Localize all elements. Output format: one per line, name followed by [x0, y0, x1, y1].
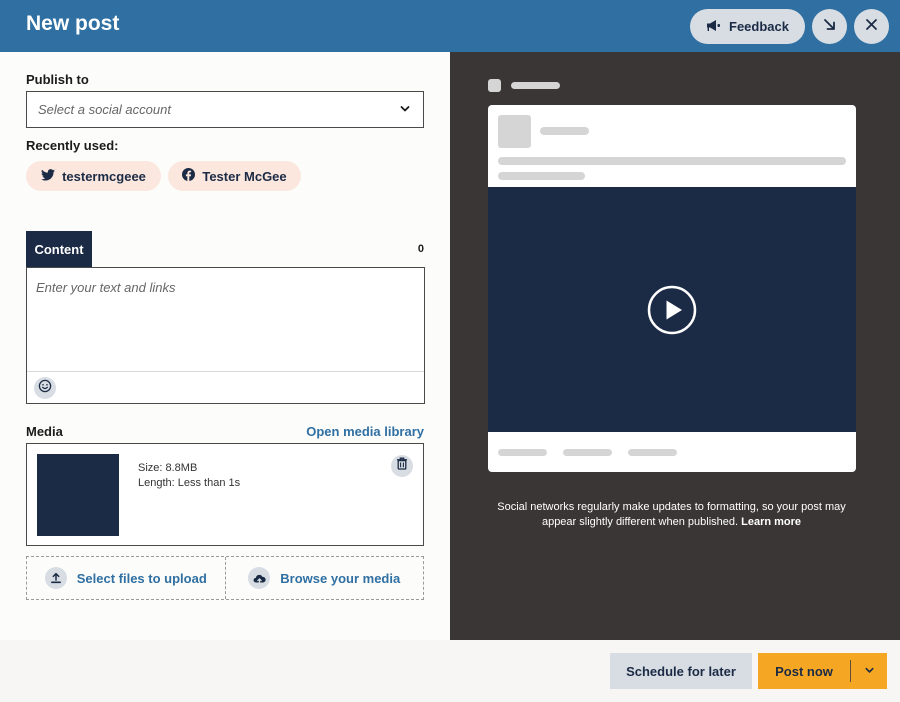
media-size: Size: 8.8MB — [138, 462, 198, 474]
media-item: Size: 8.8MB Length: Less than 1s — [26, 443, 424, 546]
smiley-icon — [38, 379, 52, 398]
character-count: 0 — [417, 243, 424, 255]
preview-action-placeholder — [563, 449, 612, 456]
media-meta: Size: 8.8MB Length: Less than 1s — [138, 461, 240, 491]
media-label: Media — [26, 424, 63, 439]
feedback-label: Feedback — [729, 19, 789, 34]
select-files-button[interactable]: Select files to upload — [27, 557, 225, 599]
post-preview-card — [488, 105, 856, 472]
play-button[interactable] — [647, 285, 697, 335]
preview-text-line — [498, 157, 846, 165]
social-account-select[interactable]: Select a social account — [26, 91, 424, 128]
upload-icon — [44, 567, 67, 589]
publish-to-label: Publish to — [26, 72, 89, 87]
browse-media-button[interactable]: Browse your media — [224, 557, 424, 599]
page-title: New post — [26, 12, 120, 35]
recent-account-label: Tester McGee — [202, 168, 287, 184]
trash-icon — [396, 457, 408, 475]
chevron-down-icon — [399, 103, 411, 118]
megaphone-icon — [706, 19, 721, 35]
preview-action-placeholder — [628, 449, 677, 456]
twitter-icon — [41, 168, 56, 184]
post-options-dropdown[interactable] — [851, 653, 887, 689]
recent-account-facebook[interactable]: Tester McGee — [168, 161, 301, 191]
delete-media-button[interactable] — [391, 455, 413, 477]
tab-content[interactable]: Content — [26, 231, 92, 267]
open-media-library-link[interactable]: Open media library — [300, 424, 424, 439]
facebook-icon — [182, 168, 196, 184]
media-length: Length: Less than 1s — [138, 477, 241, 489]
preview-text-line — [498, 172, 585, 180]
preview-action-placeholder — [498, 449, 547, 456]
post-now-split-button: Post now — [758, 653, 887, 689]
post-text-input[interactable] — [27, 268, 424, 371]
play-icon — [647, 285, 697, 335]
preview-network-placeholder — [488, 79, 501, 92]
preview-avatar-placeholder — [498, 115, 531, 148]
recently-used-label: Recently used: — [26, 138, 119, 153]
preview-disclaimer: Social networks regularly make updates t… — [490, 500, 853, 530]
cloud-upload-icon — [248, 567, 271, 589]
preview-name-placeholder — [540, 127, 589, 135]
close-icon — [865, 18, 878, 36]
upload-options: Select files to upload Browse your media — [26, 556, 424, 600]
split-divider — [850, 660, 851, 682]
recent-account-twitter[interactable]: testermcgeee — [26, 161, 161, 191]
chevron-down-icon — [864, 664, 875, 679]
recent-account-label: testermcgeee — [62, 168, 146, 184]
preview-network-name-placeholder — [511, 82, 560, 89]
feedback-button[interactable]: Feedback — [690, 9, 805, 44]
social-account-placeholder: Select a social account — [38, 102, 171, 117]
emoji-button[interactable] — [34, 377, 56, 399]
media-thumbnail[interactable] — [37, 454, 119, 536]
post-text-box — [26, 267, 425, 404]
text-box-toolbar — [27, 371, 424, 403]
learn-more-link[interactable]: Learn more — [741, 516, 801, 528]
post-now-button[interactable]: Post now — [758, 653, 850, 689]
schedule-for-later-button[interactable]: Schedule for later — [610, 653, 752, 689]
select-files-label: Select files to upload — [76, 570, 207, 586]
close-button[interactable] — [854, 9, 889, 44]
browse-media-label: Browse your media — [280, 570, 401, 586]
preview-video — [488, 187, 856, 432]
arrow-down-right-icon — [823, 18, 836, 36]
minimize-button[interactable] — [812, 9, 847, 44]
